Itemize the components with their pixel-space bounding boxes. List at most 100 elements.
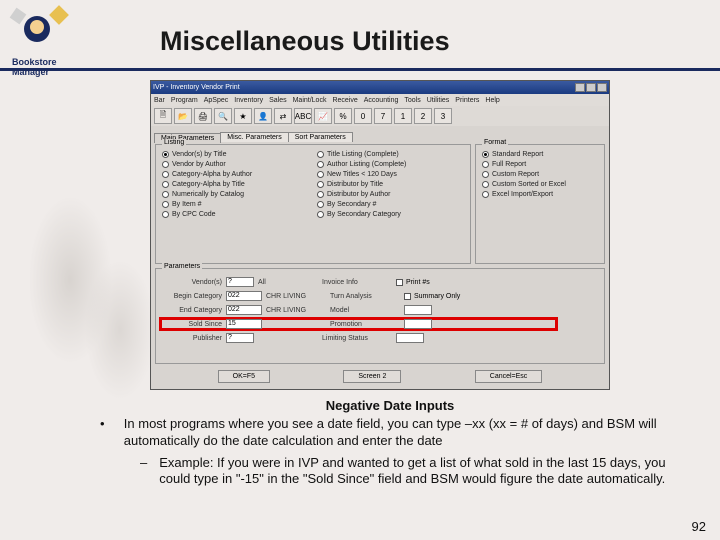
toolbar-button[interactable]: 🔍 [214, 108, 232, 124]
menu-item[interactable]: Maint/Lock [293, 97, 327, 104]
format-legend: Format [482, 139, 508, 146]
toolbar-button[interactable]: 👤 [254, 108, 272, 124]
parameters-fieldset: Parameters Vendor(s) ? All Invoice Info … [155, 268, 605, 364]
subtitle: Negative Date Inputs [100, 398, 680, 414]
value-end-category: CHR LIVING [266, 307, 326, 314]
radio-secondary-num[interactable]: By Secondary # [317, 201, 464, 208]
radio-custom-report[interactable]: Custom Report [482, 171, 598, 178]
format-fieldset: Format Standard Report Full Report Custo… [475, 144, 605, 264]
toolbar-button[interactable]: 🖨 [194, 108, 212, 124]
dash-icon: – [140, 455, 147, 488]
ok-button[interactable]: OK=F5 [218, 370, 270, 383]
divider [0, 68, 720, 71]
radio-by-item-num[interactable]: By Item # [162, 201, 309, 208]
menu-item[interactable]: ApSpec [204, 97, 229, 104]
input-promotion[interactable] [404, 319, 432, 329]
input-sold-since[interactable]: 15 [226, 319, 262, 329]
radio-title-listing[interactable]: Title Listing (Complete) [317, 151, 464, 158]
maximize-icon[interactable] [586, 83, 596, 92]
checkbox-print-nums[interactable] [396, 279, 403, 286]
close-icon[interactable] [597, 83, 607, 92]
radio-category-alpha-author[interactable]: Category-Alpha by Author [162, 171, 309, 178]
label-limiting-status: Limiting Status [322, 335, 392, 342]
radio-vendor-by-title[interactable]: Vendor(s) by Title [162, 151, 309, 158]
tab-sort-parameters[interactable]: Sort Parameters [288, 132, 353, 142]
highlight-sold-since-row: Sold Since 15 Promotion [159, 317, 558, 331]
menu-item[interactable]: Bar [154, 97, 165, 104]
toolbar-button[interactable]: 3 [434, 108, 452, 124]
toolbar-button[interactable]: ★ [234, 108, 252, 124]
bullet-text: In most programs where you see a date fi… [124, 416, 680, 449]
input-model[interactable] [404, 305, 432, 315]
label-publisher: Publisher [162, 335, 222, 342]
radio-full-report[interactable]: Full Report [482, 161, 598, 168]
input-limiting-status[interactable] [396, 333, 424, 343]
screen2-button[interactable]: Screen 2 [343, 370, 401, 383]
toolbar-button[interactable]: 2 [414, 108, 432, 124]
radio-category-alpha-title[interactable]: Category-Alpha by Title [162, 181, 309, 188]
menu-item[interactable]: Utilities [427, 97, 450, 104]
toolbar-button[interactable]: 🗎 [154, 108, 172, 124]
toolbar-button[interactable]: 7 [374, 108, 392, 124]
checkbox-summary-only[interactable] [404, 293, 411, 300]
toolbar-button[interactable]: 📈 [314, 108, 332, 124]
toolbar-button[interactable]: 📂 [174, 108, 192, 124]
menu-item[interactable]: Inventory [234, 97, 263, 104]
bullet-icon: • [100, 416, 108, 449]
tab-misc-parameters[interactable]: Misc. Parameters [220, 132, 288, 142]
logo-line2: Manager [12, 67, 49, 77]
window-titlebar: IVP - Inventory Vendor Print [151, 81, 609, 94]
toolbar: 🗎 📂 🖨 🔍 ★ 👤 ⇄ ABC 📈 % 0 7 1 2 3 [151, 106, 609, 126]
params-legend: Parameters [162, 263, 202, 270]
radio-by-cpc-code[interactable]: By CPC Code [162, 211, 309, 218]
radio-vendor-by-author[interactable]: Vendor by Author [162, 161, 309, 168]
radio-standard-report[interactable]: Standard Report [482, 151, 598, 158]
radio-secondary-category[interactable]: By Secondary Category [317, 211, 464, 218]
menu-item[interactable]: Accounting [364, 97, 399, 104]
value-vendors: All [258, 279, 318, 286]
toolbar-button[interactable]: % [334, 108, 352, 124]
listing-legend: Listing [162, 139, 186, 146]
page-number: 92 [692, 519, 706, 534]
brand-logo: BookstoreManager [12, 8, 87, 88]
label-end-category: End Category [162, 307, 222, 314]
cancel-button[interactable]: Cancel=Esc [475, 370, 543, 383]
button-bar: OK=F5 Screen 2 Cancel=Esc [151, 366, 609, 387]
radio-excel-import-export[interactable]: Excel Import/Export [482, 191, 598, 198]
listing-fieldset: Listing Vendor(s) by Title Vendor by Aut… [155, 144, 471, 264]
toolbar-button[interactable]: ABC [294, 108, 312, 124]
menu-bar: Bar Program ApSpec Inventory Sales Maint… [151, 94, 609, 106]
minimize-icon[interactable] [575, 83, 585, 92]
logo-line1: Bookstore [12, 57, 57, 67]
label-model: Model [330, 307, 400, 314]
radio-numerically-catalog[interactable]: Numerically by Catalog [162, 191, 309, 198]
radio-new-titles[interactable]: New Titles < 120 Days [317, 171, 464, 178]
label-turn-analysis: Turn Analysis [330, 293, 400, 300]
input-publisher[interactable]: ? [226, 333, 254, 343]
radio-distributor-author[interactable]: Distributor by Author [317, 191, 464, 198]
radio-distributor-title[interactable]: Distributor by Title [317, 181, 464, 188]
tab-bar: Main Parameters Misc. Parameters Sort Pa… [151, 126, 609, 142]
toolbar-button[interactable]: 1 [394, 108, 412, 124]
toolbar-button[interactable]: ⇄ [274, 108, 292, 124]
menu-item[interactable]: Sales [269, 97, 287, 104]
label-vendors: Vendor(s) [162, 279, 222, 286]
app-window: IVP - Inventory Vendor Print Bar Program… [150, 80, 610, 390]
menu-item[interactable]: Receive [332, 97, 357, 104]
toolbar-button[interactable]: 0 [354, 108, 372, 124]
menu-item[interactable]: Help [485, 97, 499, 104]
menu-item[interactable]: Program [171, 97, 198, 104]
input-vendors[interactable]: ? [226, 277, 254, 287]
value-begin-category: CHR LIVING [266, 293, 326, 300]
radio-custom-sorted[interactable]: Custom Sorted or Excel [482, 181, 598, 188]
input-end-category[interactable]: 022 [226, 305, 262, 315]
radio-author-listing[interactable]: Author Listing (Complete) [317, 161, 464, 168]
menu-item[interactable]: Tools [404, 97, 420, 104]
slide-body: Negative Date Inputs • In most programs … [100, 398, 680, 487]
label-promotion: Promotion [330, 321, 400, 328]
window-title: IVP - Inventory Vendor Print [153, 84, 240, 91]
label-sold-since: Sold Since [162, 321, 222, 328]
input-begin-category[interactable]: 022 [226, 291, 262, 301]
sub-bullet-text: Example: If you were in IVP and wanted t… [159, 455, 680, 488]
menu-item[interactable]: Printers [455, 97, 479, 104]
